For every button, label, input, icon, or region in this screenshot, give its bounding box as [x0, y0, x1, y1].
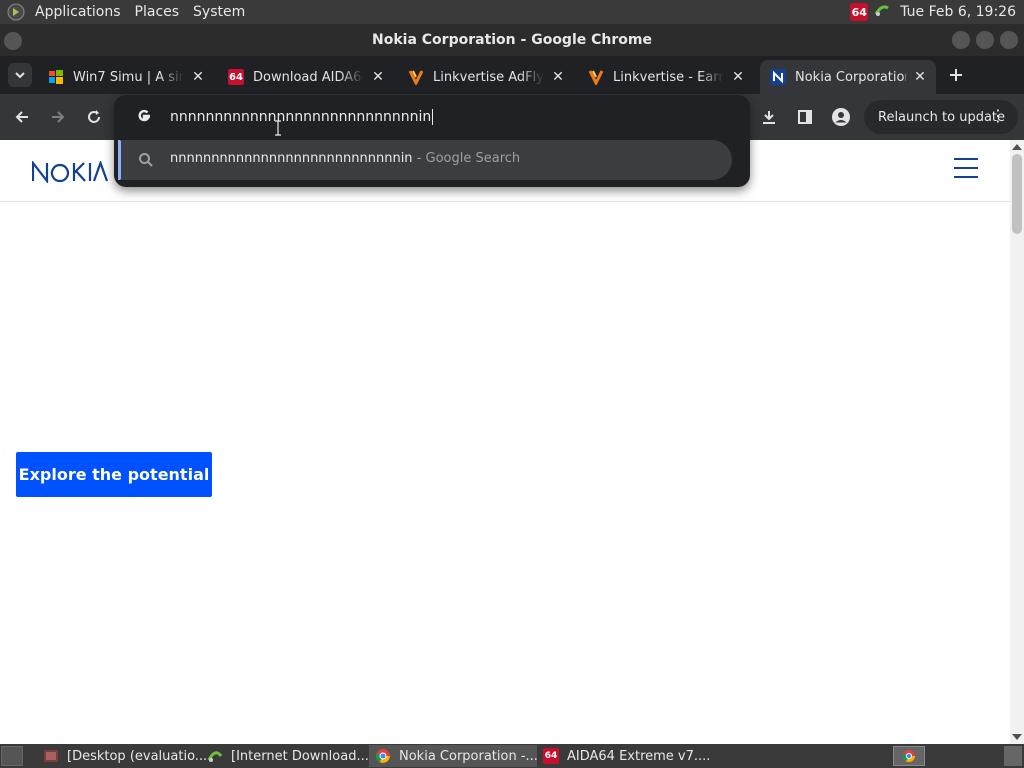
tab-title: Win7 Simu | A simulator — [73, 69, 184, 85]
linkvertise-icon — [408, 69, 424, 85]
scrollbar-thumb[interactable] — [1012, 154, 1022, 234]
gnome-foot-icon[interactable] — [4, 0, 28, 24]
linkvertise-icon — [588, 69, 604, 85]
tab-close-icon[interactable]: ✕ — [912, 69, 928, 85]
reload-icon — [88, 110, 100, 123]
forward-button[interactable] — [45, 104, 71, 130]
new-tab-button[interactable] — [944, 63, 968, 87]
idm-icon — [207, 748, 223, 764]
scroll-down-arrow-icon[interactable] — [1012, 734, 1022, 740]
taskbar-item-label: [Desktop (evaluatio... — [67, 748, 208, 764]
aida64-icon: 64 — [543, 748, 559, 764]
aida64-tray-icon[interactable]: 64 — [850, 3, 869, 21]
window-menu-button[interactable] — [4, 32, 22, 50]
explore-the-potential-button[interactable]: Explore the potential — [16, 452, 212, 497]
minimize-button[interactable] — [952, 31, 970, 49]
tab-close-icon[interactable]: ✕ — [370, 69, 386, 85]
workspace-switcher-chrome[interactable] — [893, 746, 925, 766]
chevron-down-icon — [15, 72, 25, 79]
taskbar-item-label: AIDA64 Extreme v7.... — [567, 748, 711, 764]
relaunch-label: Relaunch to update — [878, 109, 1006, 125]
windows-flag-icon — [48, 69, 64, 85]
tab-strip: Win7 Simu | A simulator ✕ 64 Download AI… — [0, 56, 1024, 140]
profile-button[interactable] — [828, 104, 854, 130]
text-caret — [432, 109, 434, 125]
omnibox-popup: nnnnnnnnnnnnnnnnnnnnnnnnnnnnin nnnnnnnnn… — [114, 95, 750, 187]
taskbar-item-nokia-chrome[interactable]: Nokia Corporation -... — [369, 745, 538, 767]
relaunch-to-update-button[interactable]: Relaunch to update ⋮ — [864, 100, 1018, 134]
tab-title: Linkvertise AdFly Monetization — [433, 69, 544, 85]
reload-button[interactable] — [81, 104, 107, 130]
address-bar-input[interactable]: nnnnnnnnnnnnnnnnnnnnnnnnnnnnin — [170, 107, 434, 127]
web-page-viewport: Explore the potential — [0, 140, 1010, 744]
tab-close-icon[interactable]: ✕ — [550, 69, 566, 85]
search-icon — [139, 153, 153, 167]
kebab-menu-icon[interactable]: ⋮ — [990, 106, 1006, 126]
suggestion-query: nnnnnnnnnnnnnnnnnnnnnnnnnnnnin — [170, 151, 413, 166]
aida64-icon: 64 — [228, 69, 244, 85]
maximize-button[interactable] — [976, 31, 994, 49]
menu-system[interactable]: System — [186, 4, 252, 20]
tab-search-button[interactable] — [8, 63, 32, 87]
tab-download-aida64[interactable]: 64 Download AIDA64 ✕ — [218, 60, 394, 94]
back-button[interactable] — [9, 104, 35, 130]
selection-highlight — [118, 140, 121, 180]
clock[interactable]: Tue Feb 6, 19:26 — [900, 4, 1016, 20]
page-scrollbar[interactable] — [1010, 140, 1024, 744]
menu-places[interactable]: Places — [128, 4, 187, 20]
chrome-icon — [375, 748, 391, 764]
suggestion-suffix: - Google Search — [412, 151, 521, 166]
profile-avatar-icon — [832, 108, 850, 126]
close-window-button[interactable] — [1000, 31, 1018, 49]
download-icon — [763, 111, 775, 124]
tab-win7-simu[interactable]: Win7 Simu | A simulator ✕ — [38, 60, 214, 94]
tab-title: Nokia Corporation — [795, 69, 906, 85]
omnibox-suggestion-row[interactable]: nnnnnnnnnnnnnnnnnnnnnnnnnnnnin - Google … — [118, 140, 732, 180]
window-controls — [952, 31, 1018, 49]
aida64-favicon-label: 64 — [228, 69, 244, 85]
nokia-logo[interactable] — [32, 161, 108, 183]
window-titlebar: Nokia Corporation - Google Chrome — [0, 24, 1024, 56]
nokia-n-icon — [770, 69, 786, 85]
tab-close-icon[interactable]: ✕ — [730, 69, 746, 85]
taskbar-item-label: Nokia Corporation -... — [399, 748, 538, 764]
desktop-icon — [43, 748, 59, 764]
aida64-badge: 64 — [543, 748, 559, 764]
tab-close-icon[interactable]: ✕ — [190, 69, 206, 85]
network-icon[interactable] — [874, 2, 890, 22]
taskbar-item-idm[interactable]: [Internet Download... — [201, 745, 369, 767]
show-desktop-button[interactable] — [1, 746, 23, 766]
taskbar-item-desktop[interactable]: [Desktop (evaluatio... — [37, 745, 207, 767]
system-top-panel: Applications Places System 64 Tue Feb 6,… — [0, 0, 1024, 24]
menu-applications[interactable]: Applications — [28, 4, 128, 20]
plus-icon — [950, 69, 962, 81]
hamburger-menu-icon[interactable] — [954, 158, 978, 180]
arrow-right-icon — [52, 111, 65, 123]
taskbar-item-label: [Internet Download... — [231, 748, 369, 764]
side-panel-button[interactable] — [792, 104, 818, 130]
address-bar-text: nnnnnnnnnnnnnnnnnnnnnnnnnnnnin — [170, 109, 432, 125]
google-g-icon — [138, 109, 151, 122]
tab-linkvertise-earn[interactable]: Linkvertise - Earn Money ✕ — [578, 60, 754, 94]
suggestion-text: nnnnnnnnnnnnnnnnnnnnnnnnnnnnin - Google … — [170, 151, 520, 166]
system-tray: 64 Tue Feb 6, 19:26 — [850, 0, 1016, 24]
tab-title: Linkvertise - Earn Money — [613, 69, 724, 85]
tab-nokia-corporation[interactable]: Nokia Corporation ✕ — [760, 60, 936, 94]
downloads-button[interactable] — [756, 104, 782, 130]
tab-title: Download AIDA64 — [253, 69, 364, 85]
taskbar-item-aida64[interactable]: 64 AIDA64 Extreme v7.... — [537, 745, 710, 767]
tab-linkvertise-adfly[interactable]: Linkvertise AdFly Monetization ✕ — [398, 60, 574, 94]
window-title: Nokia Corporation - Google Chrome — [372, 32, 652, 48]
text-cursor-icon — [275, 120, 281, 136]
side-panel-icon — [798, 110, 812, 124]
bottom-taskbar: [Desktop (evaluatio... [Internet Downloa… — [0, 744, 1024, 768]
scroll-up-arrow-icon[interactable] — [1012, 144, 1022, 150]
arrow-left-icon — [15, 111, 28, 123]
chrome-icon — [902, 749, 916, 763]
workspace-switcher-slot[interactable] — [1004, 746, 1022, 766]
